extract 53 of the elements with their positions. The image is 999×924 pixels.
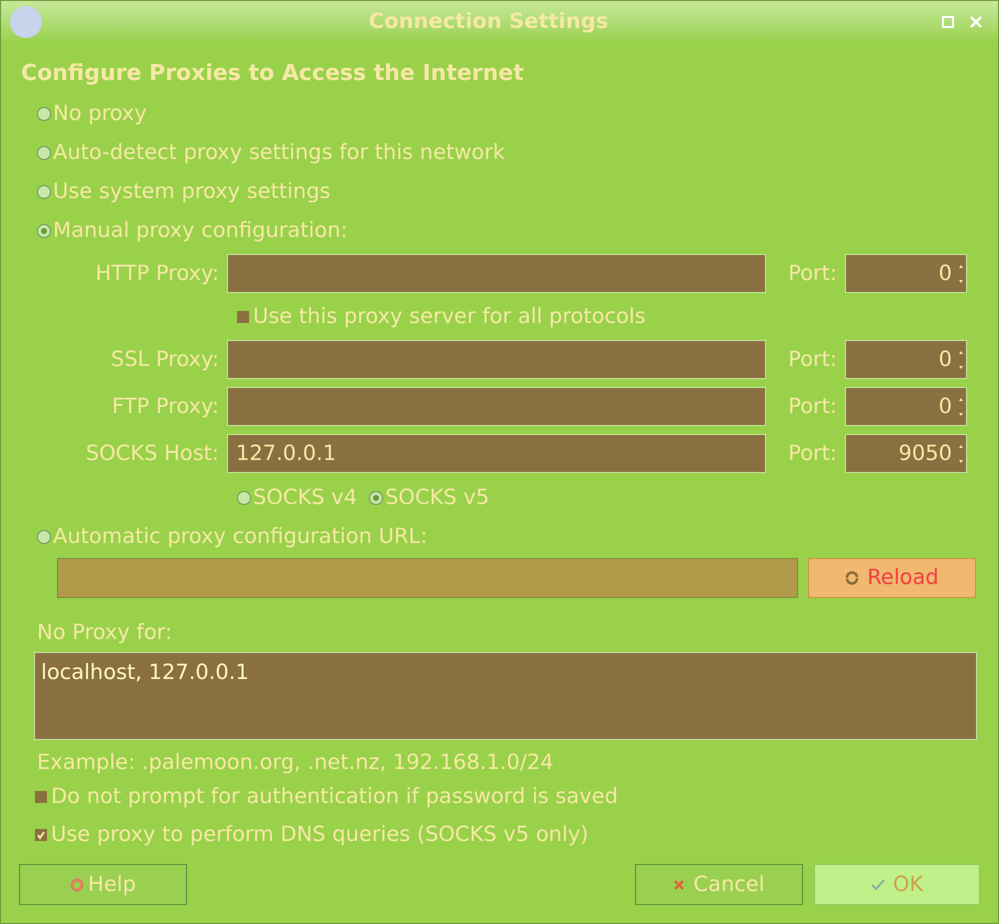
- port-label: Port:: [787, 346, 838, 373]
- radio-button[interactable]: [237, 490, 251, 504]
- section-heading: Configure Proxies to Access the Internet: [21, 60, 525, 88]
- url-field[interactable]: [57, 558, 798, 598]
- port-label: Port:: [787, 440, 838, 467]
- radio-label[interactable]: Auto-detect proxy settings for this network: [53, 136, 506, 168]
- field-label: HTTP Proxy:: [94, 260, 220, 287]
- checkmark-icon: [870, 878, 885, 890]
- checkbox-label[interactable]: Do not prompt for authentication if password is saved: [51, 781, 618, 813]
- radio-button[interactable]: [37, 106, 51, 120]
- checkbox[interactable]: [35, 829, 47, 841]
- no-proxy-textarea[interactable]: localhost, 127.0.0.1: [34, 652, 977, 740]
- proxy-field[interactable]: [227, 254, 766, 293]
- field-label: FTP Proxy:: [111, 392, 220, 420]
- close-icon: [673, 878, 686, 890]
- radio-label[interactable]: SOCKS v4: [253, 482, 358, 514]
- radio-label[interactable]: Automatic proxy configuration URL:: [53, 521, 428, 553]
- port-spinbox[interactable]: 0: [845, 254, 967, 293]
- globe-icon: [9, 5, 43, 39]
- radio-button[interactable]: [37, 224, 51, 238]
- maximize-icon: [942, 16, 954, 28]
- proxy-field[interactable]: [227, 340, 766, 379]
- checkbox[interactable]: [237, 310, 249, 322]
- checkbox[interactable]: [35, 791, 47, 803]
- field-label: SOCKS Host:: [84, 440, 220, 467]
- field-label: SSL Proxy:: [110, 346, 220, 373]
- proxy-field[interactable]: [227, 387, 766, 426]
- field-label: No Proxy for:: [36, 619, 174, 646]
- radio-button[interactable]: [37, 530, 51, 544]
- port-label: Port:: [787, 260, 838, 287]
- reload-button[interactable]: Reload: [808, 558, 976, 598]
- checkbox-label[interactable]: Use proxy to perform DNS queries (SOCKS v5 only): [51, 819, 588, 851]
- lifebuoy-icon: [70, 878, 84, 892]
- radio-label[interactable]: Use system proxy settings: [53, 176, 330, 208]
- example-text: Example: .palemoon.org, .net.nz, 192.168.1.0/24: [36, 749, 555, 776]
- port-spinbox[interactable]: 0: [845, 340, 967, 379]
- refresh-icon: [845, 571, 860, 585]
- help-button[interactable]: Help: [19, 864, 187, 905]
- proxy-field[interactable]: 127.0.0.1: [227, 434, 766, 473]
- port-label: Port:: [787, 392, 838, 420]
- radio-label[interactable]: SOCKS v5: [385, 482, 490, 514]
- port-spinbox[interactable]: 0: [845, 387, 967, 426]
- ok-button[interactable]: OK: [814, 864, 980, 905]
- port-spinbox[interactable]: 9050: [845, 434, 967, 473]
- radio-label[interactable]: Manual proxy configuration:: [53, 214, 348, 246]
- radio-button[interactable]: [37, 184, 51, 198]
- checkbox-label[interactable]: Use this proxy server for all protocols: [253, 300, 646, 332]
- radio-button[interactable]: [369, 490, 384, 504]
- radio-label[interactable]: No proxy: [53, 98, 147, 130]
- window-title: Connection Settings: [368, 8, 610, 36]
- radio-button[interactable]: [37, 146, 51, 160]
- close-icon: [969, 15, 983, 29]
- cancel-button[interactable]: Cancel: [635, 864, 803, 905]
